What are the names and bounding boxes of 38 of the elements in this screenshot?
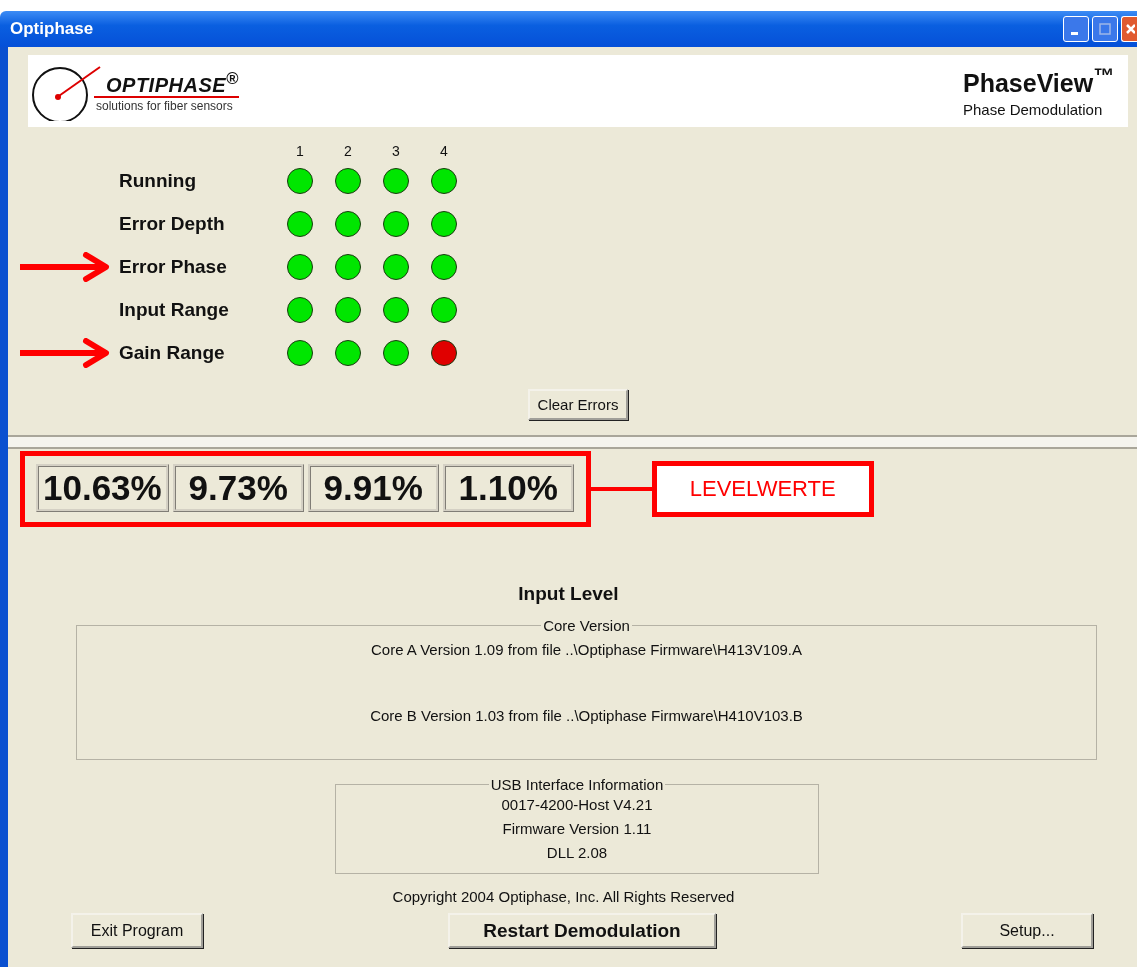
column-header: 4 (439, 143, 449, 159)
column-header: 3 (391, 143, 401, 159)
action-button[interactable]: Restart Demodulation (448, 913, 716, 948)
clear-errors-button[interactable]: Clear Errors (528, 389, 628, 420)
column-header: 1 (295, 143, 305, 159)
group-title: USB Interface Information (489, 776, 665, 793)
core-version-text: Core B Version 1.03 from file ..\Optiphase Firmware\H410V103.B (369, 706, 804, 726)
status-label: Error Depth (119, 212, 226, 235)
window-title: Optiphase (9, 19, 94, 39)
minimize-icon (1070, 31, 1078, 35)
maximize-icon (1098, 22, 1112, 36)
logo-wordmark: OPTIPHASE$^{®}$ (94, 68, 239, 99)
annotation-label: LEVELWERTE (651, 461, 874, 517)
usb-info-text: 0017-4200-Host V4.21 (500, 795, 654, 815)
status-label: Input Range (119, 298, 230, 321)
close-button[interactable] (1121, 16, 1137, 42)
level-readout: 10.63% (36, 464, 169, 512)
usb-info-text: DLL 2.08 (545, 843, 609, 863)
group-title: Core Version (542, 617, 631, 634)
input-level-caption: Input Level (517, 583, 620, 605)
status-label: Running (119, 169, 198, 192)
minimize-button[interactable] (1063, 16, 1089, 42)
core-version-text: Core A Version 1.09 from file ..\Optiphase Firmware\H413V109.A (369, 640, 803, 660)
status-label: Error Phase (119, 255, 228, 278)
column-header: 2 (343, 143, 353, 159)
product-name: PhaseView$^{™}$ (963, 63, 1114, 99)
maximize-button[interactable] (1092, 16, 1118, 42)
logo-tagline: solutions for fiber sensors (95, 99, 234, 114)
close-icon (1124, 22, 1135, 36)
action-button[interactable]: Setup... (961, 913, 1093, 948)
level-readout: 9.91% (307, 464, 439, 512)
action-button[interactable]: Exit Program (71, 913, 203, 948)
level-readout: 9.73% (172, 464, 304, 512)
product-subtitle: Phase Demodulation (963, 101, 1103, 119)
level-readout: 1.10% (442, 464, 574, 512)
status-label: Gain Range (119, 341, 226, 364)
copyright-text: Copyright 2004 Optiphase, Inc. All Rights Reserved (391, 888, 736, 905)
usb-info-text: Firmware Version 1.11 (501, 819, 653, 839)
